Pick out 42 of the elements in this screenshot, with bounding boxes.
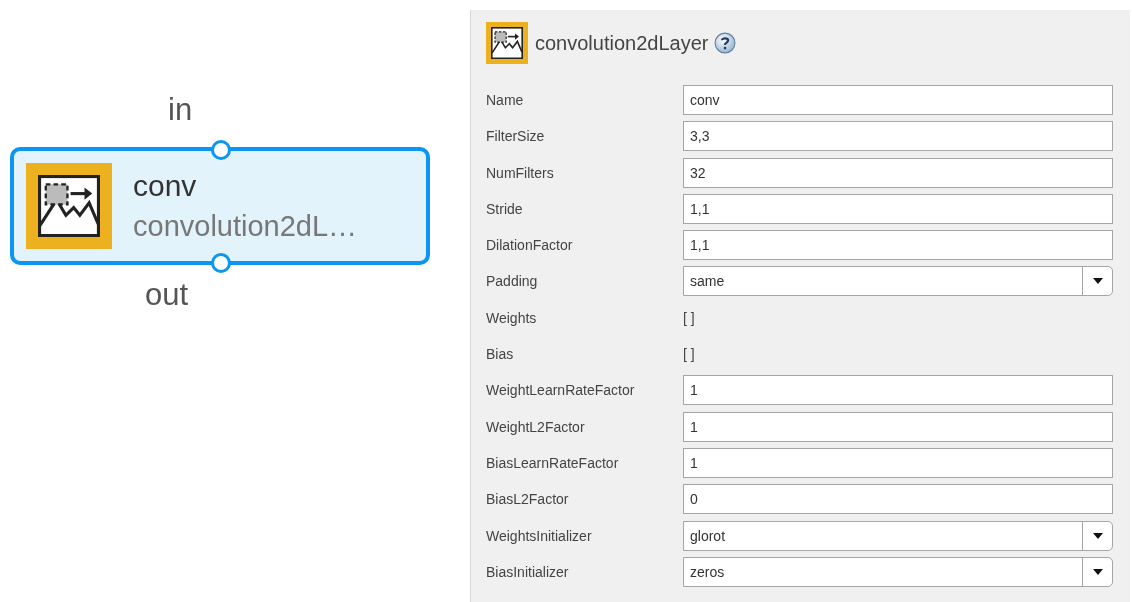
caret-icon <box>1092 532 1103 539</box>
property-label: Name <box>485 92 525 108</box>
property-label: Weights <box>485 309 538 326</box>
layer-icon <box>486 22 528 64</box>
help-icon[interactable] <box>714 32 737 54</box>
port-handle[interactable] <box>211 253 231 273</box>
port-label: out <box>145 277 189 313</box>
property-label: WeightLearnRateFactor <box>485 382 636 399</box>
text-field[interactable]: 0 <box>683 484 1113 515</box>
port-handle[interactable] <box>211 140 231 160</box>
port-label: in <box>168 92 193 128</box>
property-label: WeightsInitializer <box>485 527 593 544</box>
text-field[interactable]: conv <box>683 85 1113 115</box>
panel-title: convolution2dLayer <box>535 31 709 55</box>
property-label: BiasL2Factor <box>485 491 570 508</box>
caret-icon <box>1092 278 1103 285</box>
property-value: [ ] <box>683 346 695 363</box>
property-label: Bias <box>485 346 515 363</box>
property-label: NumFilters <box>485 164 555 181</box>
text-field[interactable]: 1,1 <box>683 230 1113 261</box>
node-name: conv <box>133 168 198 204</box>
dropdown[interactable]: same <box>683 266 1113 297</box>
property-label: DilationFactor <box>485 237 574 254</box>
property-label: Stride <box>485 200 524 217</box>
layer-node[interactable]: conv convolution2dL… <box>10 147 430 265</box>
property-label: WeightL2Factor <box>485 418 586 435</box>
caret-icon <box>1092 568 1103 575</box>
text-field[interactable]: 1 <box>683 447 1113 478</box>
dropdown[interactable]: zeros <box>683 556 1113 587</box>
property-label: BiasLearnRateFactor <box>485 454 620 471</box>
property-label: BiasInitializer <box>485 563 570 580</box>
text-field[interactable]: 32 <box>683 157 1113 188</box>
property-value: [ ] <box>683 309 695 326</box>
text-field[interactable]: 1 <box>683 375 1113 406</box>
layer-icon <box>26 163 112 249</box>
node-type: convolution2dL… <box>133 209 358 244</box>
text-field[interactable]: 1,1 <box>683 193 1113 224</box>
text-field[interactable]: 1 <box>683 411 1113 442</box>
property-label: Padding <box>485 273 539 290</box>
text-field[interactable]: 3,3 <box>683 121 1113 152</box>
dropdown[interactable]: glorot <box>683 520 1113 551</box>
property-label: FilterSize <box>485 128 546 145</box>
